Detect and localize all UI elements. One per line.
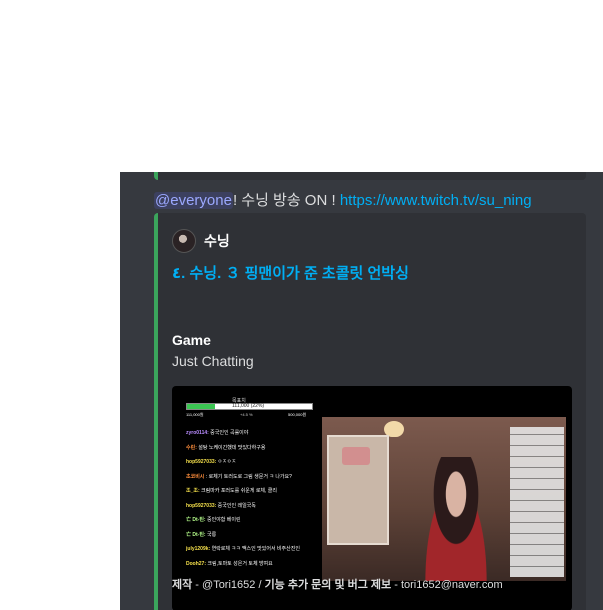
overlay-chat-text: 중국인인 레일국독 xyxy=(216,502,256,509)
overlay-chat-text: 설탕 노케이긴했데 맛있다하구용 xyxy=(196,444,266,451)
message-text: ! 수닝 방송 ON ! xyxy=(232,192,340,209)
overlay-chat-text: 크림마카 포러도를 쉬운게 로체, 클리 xyxy=(199,488,277,494)
overlay-chat-user: 초코비시 xyxy=(186,473,205,480)
overlay-chat-user: 조_조: xyxy=(186,488,200,494)
overlay-chat-user: july1209k: xyxy=(186,546,211,552)
overlay-chat-text: : 로체기 토러도로 그림 생문거 ㅋ 나가요? xyxy=(204,473,292,480)
overlay-chat-line: 亡 Dt-틴: 중인야함 베이린 xyxy=(186,513,316,528)
window xyxy=(510,427,564,577)
overlay-chat-user: 亡 Dt-틴: xyxy=(186,517,206,523)
overlay-chat-line: Dooh27: 크림,토마토 성은거 토체 방여요 xyxy=(186,557,316,572)
overlay-chat-user: zyro0114: xyxy=(186,430,209,436)
embed-title[interactable]: ٤. 수닝. ３ 핑맨이가 준 초콜릿 언박싱 xyxy=(172,262,409,283)
overlay-chat-line: 亡 Dt-틴: 국릉 xyxy=(186,528,316,543)
goal-left: 111,000원 xyxy=(186,412,204,417)
overlay-chat-line: 초코비시 : 로체기 토러도로 그림 생문거 ㅋ 나가요? xyxy=(186,470,316,485)
field-name-game: Game xyxy=(172,332,211,348)
overlay-chat-text: 중국인인 곡률이야 xyxy=(208,430,249,436)
footer-label-credit: 제작 xyxy=(172,579,193,591)
footer-label-contact: 기능 추가 문의 및 버그 제보 xyxy=(264,579,392,591)
stream-link[interactable]: https://www.twitch.tv/su_ning xyxy=(340,192,532,209)
overlay-chat-line: zyro0114: 중국인인 곡률이야 xyxy=(186,426,316,441)
chat-area: @everyone! 수닝 방송 ON ! https://www.twitch… xyxy=(120,172,603,610)
overlay-chat-line: hop5927033: 중국인인 레일국독 xyxy=(186,499,316,514)
stream-video-frame xyxy=(322,417,566,581)
shelf-items xyxy=(342,447,370,465)
overlay-chat-text: 중인야함 베이린 xyxy=(205,517,241,523)
overlay-chat-text: 연락로체 ㅋㅋ 맥스인 맛있어서 비주산진인 xyxy=(210,546,300,552)
goal-right: 500,000원 xyxy=(288,412,307,417)
overlay-chat: zyro0114: 중국인인 곡률이야 수린: 설탕 노케이긴했데 맛있다하구용 h… xyxy=(186,426,316,571)
goal-mid: +4.5 % xyxy=(240,412,253,417)
overlay-chat-text: 국릉 xyxy=(205,531,217,538)
field-value-game: Just Chatting xyxy=(172,353,254,369)
embed: 수닝 ٤. 수닝. ３ 핑맨이가 준 초콜릿 언박싱 Game Just Cha… xyxy=(154,213,586,610)
overlay-chat-user: Dooh27: xyxy=(186,560,206,567)
overlay-chat-line: 조_조: 크림마카 포러도를 쉬운게 로체, 클리 xyxy=(186,484,316,499)
goal-value: 111,000 (22%) xyxy=(232,403,265,409)
embed-footer: 제작 - @Tori1652 / 기능 추가 문의 및 버그 제보 - tori… xyxy=(172,576,503,592)
overlay-chat-user: hop5927033: xyxy=(186,502,217,509)
goal-progress-fill xyxy=(187,404,215,409)
footer-contact: - tori1652@naver.com xyxy=(391,579,503,591)
message-content: @everyone! 수닝 방송 ON ! https://www.twitch… xyxy=(154,189,532,210)
overlay-chat-line: july1209k: 연락로체 ㅋㅋ 맥스인 맛있어서 비주산진인 xyxy=(186,542,316,557)
overlay-chat-user: 수린: xyxy=(186,444,197,451)
author-avatar xyxy=(172,229,196,253)
streamer xyxy=(417,457,495,581)
overlay-chat-text: ㅇㅈㅇㅈ xyxy=(216,459,237,465)
overlay-chat-text: 크림,토마토 성은거 토체 방여요 xyxy=(206,560,273,567)
overlay-chat-line: 수린: 설탕 노케이긴했데 맛있다하구용 xyxy=(186,441,316,456)
overlay-chat-user: hop5927033: xyxy=(186,459,217,465)
everyone-mention[interactable]: @everyone xyxy=(154,192,233,209)
overlay-chat-user: 亡 Dt-틴: xyxy=(186,531,206,538)
author-name: 수닝 xyxy=(204,233,230,249)
footer-credit: - @Tori1652 / xyxy=(192,579,265,591)
embed-author: 수닝 xyxy=(172,229,230,253)
previous-embed xyxy=(154,172,586,180)
overlay-chat-line: hop5927033: ㅇㅈㅇㅈ xyxy=(186,455,316,470)
